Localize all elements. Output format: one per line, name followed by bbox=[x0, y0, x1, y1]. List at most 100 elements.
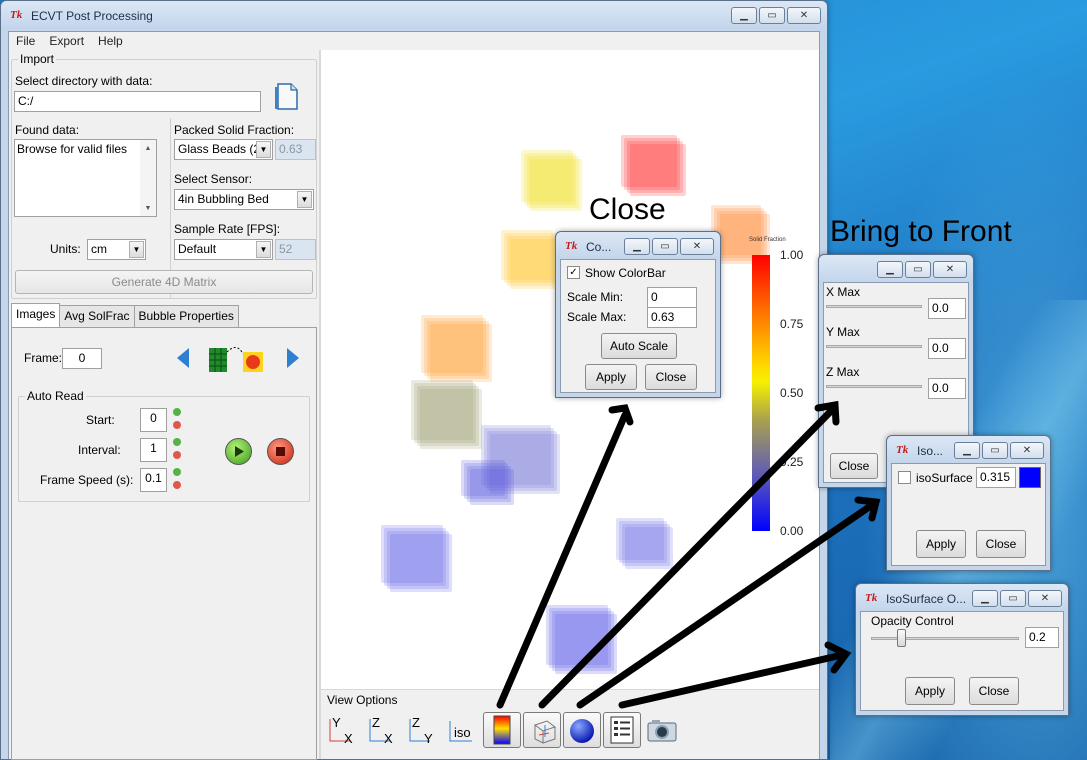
close-dialog-button[interactable]: Close bbox=[645, 364, 697, 390]
minimize-button[interactable]: ▁ bbox=[972, 590, 998, 607]
play-button[interactable] bbox=[225, 438, 252, 465]
view-zy-button[interactable]: Z Y bbox=[403, 712, 441, 748]
auto-scale-button[interactable]: Auto Scale bbox=[601, 333, 677, 359]
svg-text:X: X bbox=[344, 731, 353, 746]
bubble-detect-icon[interactable] bbox=[207, 342, 267, 374]
x-max-input[interactable]: 0.0 bbox=[928, 298, 966, 319]
apply-button[interactable]: Apply bbox=[905, 677, 955, 705]
document-icon bbox=[275, 83, 298, 110]
chevron-down-icon: ▼ bbox=[256, 141, 271, 158]
packed-fraction-readonly: 0.63 bbox=[275, 139, 316, 160]
isosurface-button[interactable] bbox=[563, 712, 601, 748]
y-max-slider[interactable] bbox=[826, 345, 922, 348]
menu-export[interactable]: Export bbox=[42, 32, 91, 50]
stop-icon bbox=[276, 447, 285, 456]
list-scrollbar[interactable]: ▲ ▼ bbox=[140, 140, 156, 216]
maximize-button[interactable]: ▭ bbox=[652, 238, 678, 255]
close-button[interactable]: ✕ bbox=[680, 238, 714, 255]
maximize-button[interactable]: ▭ bbox=[759, 7, 785, 24]
isosurface-value-input[interactable]: 0.315 bbox=[976, 467, 1016, 488]
browse-folder-button[interactable] bbox=[274, 81, 300, 111]
show-colorbar-checkbox[interactable]: ✓ bbox=[567, 266, 580, 279]
dialog-client: ✓ Show ColorBar Scale Min: 0 Scale Max: … bbox=[560, 259, 716, 393]
close-dialog-button[interactable]: Close bbox=[976, 530, 1026, 558]
start-input[interactable]: 0 bbox=[140, 408, 167, 432]
next-frame-button[interactable] bbox=[285, 346, 301, 370]
x-max-slider[interactable] bbox=[826, 305, 922, 308]
frame-speed-input[interactable]: 0.1 bbox=[140, 468, 167, 492]
screenshot-button[interactable] bbox=[643, 712, 681, 748]
frame-speed-label: Frame Speed (s): bbox=[40, 473, 134, 487]
scale-min-input[interactable]: 0 bbox=[647, 287, 697, 308]
interval-decrement-button[interactable] bbox=[173, 451, 181, 459]
maximize-button[interactable]: ▭ bbox=[1000, 590, 1026, 607]
visualization-canvas[interactable]: Solid Fraction 1.00 0.75 0.50 0.25 0.00 … bbox=[321, 50, 819, 759]
z-max-slider[interactable] bbox=[826, 385, 922, 388]
opacity-settings-button[interactable] bbox=[603, 712, 641, 748]
z-max-input[interactable]: 0.0 bbox=[928, 378, 966, 399]
svg-text:X: X bbox=[384, 731, 393, 746]
scale-max-input[interactable]: 0.63 bbox=[647, 307, 697, 328]
close-dialog-button[interactable]: Close bbox=[969, 677, 1019, 705]
speed-increment-button[interactable] bbox=[173, 468, 181, 476]
minimize-button[interactable]: ▁ bbox=[624, 238, 650, 255]
maximize-button[interactable]: ▭ bbox=[905, 261, 931, 278]
tab-avg-solfrac[interactable]: Avg SolFrac bbox=[59, 305, 135, 327]
start-decrement-button[interactable] bbox=[173, 421, 181, 429]
close-button[interactable]: ✕ bbox=[1010, 442, 1044, 459]
tab-images[interactable]: Images bbox=[11, 303, 61, 327]
scroll-up-icon[interactable]: ▲ bbox=[140, 140, 156, 156]
menu-help[interactable]: Help bbox=[91, 32, 130, 50]
menu-file[interactable]: File bbox=[9, 32, 42, 50]
minimize-button[interactable]: ▁ bbox=[877, 261, 903, 278]
axis-iso-icon: iso bbox=[449, 721, 472, 742]
apply-button[interactable]: Apply bbox=[916, 530, 966, 558]
title-bar[interactable]: ▁ ▭ ✕ bbox=[819, 255, 973, 283]
tab-bar: Images Avg SolFrac Bubble Properties bbox=[11, 303, 239, 327]
sensor-select[interactable]: 4in Bubbling Bed ▼ bbox=[174, 189, 314, 210]
close-button[interactable]: ✕ bbox=[933, 261, 967, 278]
apply-button[interactable]: Apply bbox=[585, 364, 637, 390]
opacity-slider-thumb[interactable] bbox=[896, 629, 906, 647]
stop-button[interactable] bbox=[267, 438, 294, 465]
frame-input[interactable]: 0 bbox=[62, 348, 102, 369]
close-button[interactable]: ✕ bbox=[1028, 590, 1062, 607]
packed-select[interactable]: Glass Beads (2 ▼ bbox=[174, 139, 273, 160]
colorbar-settings-button[interactable] bbox=[483, 712, 521, 748]
interval-increment-button[interactable] bbox=[173, 438, 181, 446]
tab-bubble-properties[interactable]: Bubble Properties bbox=[133, 305, 239, 327]
start-increment-button[interactable] bbox=[173, 408, 181, 416]
previous-frame-button[interactable] bbox=[175, 346, 191, 370]
found-data-list[interactable]: Browse for valid files ▲ ▼ bbox=[14, 139, 157, 217]
arrow-right-icon bbox=[287, 348, 299, 368]
units-select[interactable]: cm ▼ bbox=[87, 239, 146, 260]
scroll-down-icon[interactable]: ▼ bbox=[140, 200, 156, 216]
view-yx-button[interactable]: Y X bbox=[323, 712, 361, 748]
opacity-slider[interactable] bbox=[871, 637, 1019, 640]
speed-decrement-button[interactable] bbox=[173, 481, 181, 489]
title-bar[interactable]: Tk IsoSurface O... ▁ ▭ ✕ bbox=[856, 584, 1068, 612]
density-blob bbox=[430, 324, 492, 382]
maximize-button[interactable]: ▭ bbox=[982, 442, 1008, 459]
title-bar[interactable]: Tk Co... ▁ ▭ ✕ bbox=[556, 232, 720, 260]
close-dialog-button[interactable]: Close bbox=[830, 453, 878, 479]
title-bar[interactable]: Tk Iso... ▁ ▭ ✕ bbox=[887, 436, 1050, 464]
opacity-input[interactable]: 0.2 bbox=[1025, 627, 1059, 648]
generate-matrix-button[interactable]: Generate 4D Matrix bbox=[15, 270, 313, 294]
isosurface-checkbox[interactable] bbox=[898, 471, 911, 484]
list-item[interactable]: Browse for valid files bbox=[17, 142, 154, 156]
title-bar[interactable]: Tk ECVT Post Processing ▁ ▭ ✕ bbox=[1, 1, 827, 29]
y-max-input[interactable]: 0.0 bbox=[928, 338, 966, 359]
dialog-client: isoSurface 0.315 Apply Close bbox=[891, 463, 1046, 566]
slice-settings-button[interactable] bbox=[523, 712, 561, 748]
view-zx-button[interactable]: Z X bbox=[363, 712, 401, 748]
rate-select[interactable]: Default ▼ bbox=[174, 239, 273, 260]
directory-input[interactable]: C:/ bbox=[14, 91, 261, 112]
isosurface-color-swatch[interactable] bbox=[1019, 467, 1041, 488]
interval-input[interactable]: 1 bbox=[140, 438, 167, 462]
view-iso-button[interactable]: iso bbox=[443, 712, 481, 748]
density-blob bbox=[420, 389, 482, 449]
minimize-button[interactable]: ▁ bbox=[954, 442, 980, 459]
close-button[interactable]: ✕ bbox=[787, 7, 821, 24]
minimize-button[interactable]: ▁ bbox=[731, 7, 757, 24]
